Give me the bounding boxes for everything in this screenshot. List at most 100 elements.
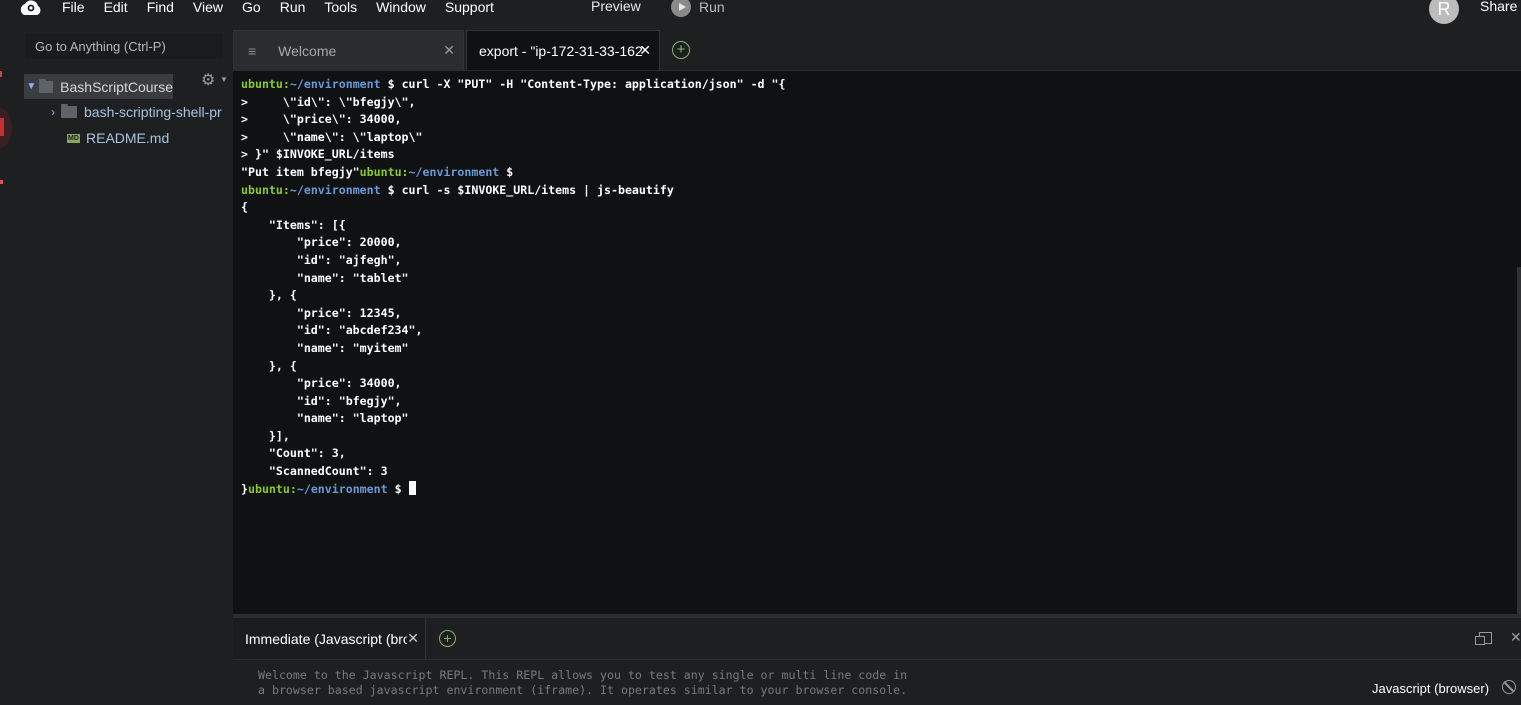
- preview-button[interactable]: Preview: [591, 0, 641, 14]
- json-line: "name": "myitem": [241, 340, 409, 355]
- menu-window[interactable]: Window: [376, 0, 426, 16]
- terminal-scrollbar[interactable]: [1517, 71, 1521, 614]
- add-tab-icon[interactable]: +: [439, 630, 456, 647]
- continuation-line: > \"name\": \"laptop\": [241, 129, 423, 144]
- prompt-path: ~/environment: [289, 182, 381, 197]
- menu-support[interactable]: Support: [445, 0, 494, 16]
- activity-marker: [0, 71, 2, 77]
- goto-anything-input[interactable]: Go to Anything (Ctrl-P): [25, 34, 223, 59]
- add-tab-icon[interactable]: +: [672, 41, 690, 59]
- repl-welcome-text: Welcome to the Javascript REPL. This REP…: [258, 668, 907, 698]
- share-button[interactable]: Share: [1480, 0, 1517, 14]
- folder-icon: [61, 104, 77, 118]
- json-line: "id": "bfegjy",: [241, 393, 402, 408]
- json-line: "id": "abcdef234",: [241, 323, 423, 338]
- close-icon[interactable]: ✕: [407, 630, 419, 647]
- menu-items: File Edit Find View Go Run Tools Window …: [62, 0, 513, 16]
- menu-edit[interactable]: Edit: [104, 0, 128, 16]
- chevron-down-icon[interactable]: ▼: [24, 81, 39, 92]
- tree-root-label: BashScriptCourse: [60, 78, 173, 95]
- json-line: "name": "tablet": [241, 270, 409, 285]
- tree-item-folder[interactable]: › bash-scripting-shell-pr: [45, 104, 231, 120]
- menu-view[interactable]: View: [193, 0, 223, 16]
- repl-welcome-line: a browser based javascript environment (…: [258, 683, 908, 697]
- menu-go[interactable]: Go: [242, 0, 261, 16]
- cloud9-logo-icon[interactable]: [18, 0, 44, 19]
- terminal-panel[interactable]: ubuntu:~/environment $ curl -X "PUT" -H …: [233, 70, 1521, 614]
- json-line: "Count": 3,: [241, 446, 346, 461]
- terminal-cursor: [408, 480, 416, 495]
- json-line: "price": 20000,: [241, 235, 402, 250]
- json-line: }: [241, 481, 248, 496]
- prompt-path: ~/environment: [408, 164, 500, 179]
- command-output: "Put item bfegjy": [241, 164, 360, 179]
- repl-tab-bar: Immediate (Javascript (browser)) ✕ + ✕: [233, 618, 1521, 660]
- play-icon: [671, 0, 691, 17]
- gear-caret-icon[interactable]: ▼: [220, 75, 228, 84]
- gear-icon[interactable]: ⚙: [201, 70, 215, 90]
- chevron-right-icon[interactable]: ›: [45, 105, 61, 119]
- json-line: "id": "ajfegh",: [241, 252, 402, 267]
- json-line: }, {: [241, 358, 297, 373]
- goto-placeholder: Go to Anything (Ctrl-P): [35, 39, 166, 54]
- prompt-user: ubuntu:: [241, 182, 290, 197]
- prompt-path: ~/environment: [296, 481, 388, 496]
- json-line: "price": 34000,: [241, 376, 402, 391]
- json-line: "Items": [{: [241, 217, 346, 232]
- json-line: }],: [241, 428, 290, 443]
- command-line: curl -X "PUT" -H "Content-Type: applicat…: [401, 77, 786, 91]
- scrollbar-thumb[interactable]: [1517, 267, 1521, 614]
- tab-immediate[interactable]: Immediate (Javascript (browser)) ✕: [233, 618, 426, 659]
- tab-terminal[interactable]: export - "ip-172-31-33-162" ✕: [466, 30, 660, 70]
- json-line: }, {: [241, 288, 297, 303]
- activity-strip: [0, 26, 20, 705]
- repl-console[interactable]: Welcome to the Javascript REPL. This REP…: [233, 660, 1521, 705]
- tree-folder-label: bash-scripting-shell-pr: [84, 104, 222, 120]
- editor-tab-bar: ≡ Welcome ✕ export - "ip-172-31-33-162" …: [233, 30, 1521, 70]
- prompt-symbol: $: [387, 481, 409, 496]
- close-icon[interactable]: ✕: [639, 42, 651, 59]
- run-button[interactable]: Run: [671, 0, 725, 17]
- prompt-user: ubuntu:: [359, 164, 409, 179]
- active-indicator: [0, 118, 4, 136]
- command-line: curl -s $INVOKE_URL/items | js-beautify: [401, 182, 674, 197]
- close-icon[interactable]: ✕: [443, 42, 455, 59]
- maximize-icon[interactable]: [1475, 632, 1492, 645]
- prompt-symbol: $: [380, 77, 402, 91]
- tab-immediate-label: Immediate (Javascript (browser)): [245, 630, 407, 647]
- menu-bar: File Edit Find View Go Run Tools Window …: [0, 0, 1521, 26]
- terminal-output: ubuntu:~/environment $ curl -X "PUT" -H …: [241, 76, 785, 498]
- tab-welcome-label: Welcome: [278, 42, 337, 59]
- tab-terminal-label: export - "ip-172-31-33-162": [479, 42, 642, 59]
- json-line: {: [241, 200, 248, 215]
- user-avatar[interactable]: R: [1429, 0, 1459, 24]
- close-panel-icon[interactable]: ✕: [1510, 629, 1521, 646]
- json-line: "name": "laptop": [241, 411, 409, 426]
- prompt-user: ubuntu:: [241, 77, 290, 91]
- menu-tools[interactable]: Tools: [324, 0, 357, 16]
- folder-icon: [38, 78, 54, 93]
- clear-console-icon[interactable]: [1502, 680, 1516, 694]
- continuation-line: > \"price\": 34000,: [241, 112, 402, 127]
- json-line: "price": 12345,: [241, 305, 402, 320]
- continuation-line: > }" $INVOKE_URL/items: [241, 147, 395, 162]
- prompt-user: ubuntu:: [247, 481, 297, 496]
- tree-item-readme[interactable]: MD README.md: [67, 130, 169, 146]
- prompt-path: ~/environment: [289, 77, 381, 91]
- tree-file-label: README.md: [86, 130, 170, 146]
- prompt-symbol: $: [380, 182, 402, 197]
- repl-mode-selector[interactable]: Javascript (browser): [1372, 681, 1489, 696]
- run-label: Run: [699, 0, 725, 15]
- tree-root-folder[interactable]: ▼ BashScriptCourse: [24, 74, 173, 99]
- menu-find[interactable]: Find: [147, 0, 174, 16]
- continuation-line: > \"id\": \"bfegjy\",: [241, 94, 416, 109]
- hamburger-icon[interactable]: ≡: [248, 43, 256, 59]
- file-tree-panel: Go to Anything (Ctrl-P) ▼ BashScriptCour…: [20, 26, 231, 705]
- prompt-symbol: $: [499, 164, 514, 179]
- tab-welcome[interactable]: ≡ Welcome ✕: [233, 30, 464, 70]
- menu-run[interactable]: Run: [280, 0, 306, 16]
- markdown-file-icon: MD: [67, 133, 80, 143]
- menu-file[interactable]: File: [62, 0, 85, 16]
- activity-marker: [0, 180, 3, 184]
- json-line: "ScannedCount": 3: [241, 464, 388, 479]
